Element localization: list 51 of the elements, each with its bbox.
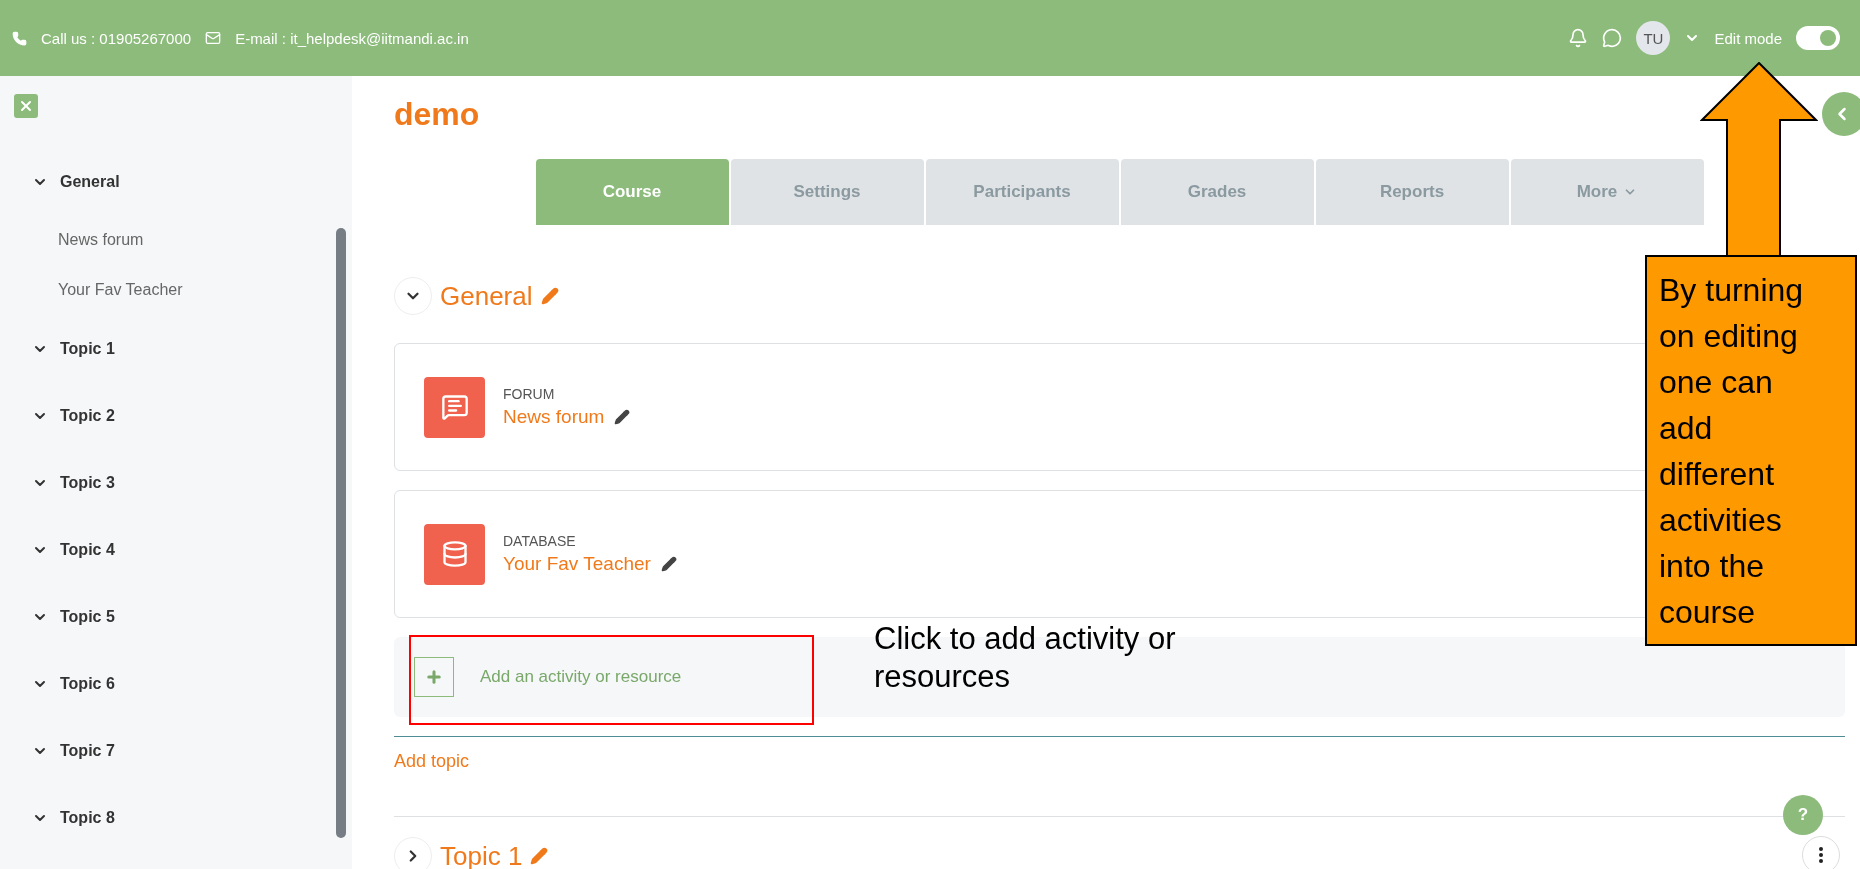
- annotation-note: By turning on editing one can add different activities into the course: [1645, 255, 1857, 646]
- chat-icon[interactable]: [1602, 28, 1623, 48]
- sidebar-section[interactable]: Topic 2: [14, 382, 352, 449]
- add-activity-button[interactable]: Add an activity or resource: [414, 657, 682, 697]
- sidebar-section[interactable]: Topic 6: [14, 650, 352, 717]
- user-avatar[interactable]: TU: [1636, 21, 1671, 55]
- tab[interactable]: Course: [535, 159, 729, 225]
- sidebar-section[interactable]: Topic 5: [14, 583, 352, 650]
- activity-type: FORUM: [503, 386, 556, 402]
- sidebar-section[interactable]: Topic 8: [14, 784, 352, 851]
- tab[interactable]: Grades: [1120, 159, 1314, 225]
- annotation-text: Click to add activity or resources: [874, 620, 1177, 696]
- phone-icon: [12, 30, 27, 46]
- tab[interactable]: More: [1510, 159, 1704, 225]
- kebab-icon: [1819, 847, 1823, 863]
- collapse-button[interactable]: [394, 837, 432, 869]
- email-text: E-mail : it_helpdesk@iitmandi.ac.in: [235, 29, 469, 47]
- pencil-icon[interactable]: [660, 556, 677, 572]
- phone-text: Call us : 01905267000: [41, 29, 192, 47]
- close-icon: [18, 98, 34, 114]
- sidebar-item[interactable]: Your Fav Teacher: [58, 281, 183, 299]
- activity-link[interactable]: Your Fav Teacher: [503, 553, 677, 575]
- more-button[interactable]: [1802, 836, 1840, 869]
- sidebar-section[interactable]: General: [14, 148, 352, 215]
- edit-mode-label: Edit mode: [1714, 29, 1782, 47]
- chat-bubble-icon: [440, 393, 469, 421]
- section-title[interactable]: Topic 1: [440, 840, 523, 869]
- section-title[interactable]: General: [440, 280, 533, 312]
- pencil-icon[interactable]: [614, 409, 631, 425]
- close-button[interactable]: [14, 94, 38, 118]
- drawer-toggle-button[interactable]: [1822, 92, 1860, 136]
- sidebar-item[interactable]: News forum: [58, 231, 144, 249]
- activity-link[interactable]: News forum: [503, 406, 631, 428]
- sidebar-section[interactable]: Topic 4: [14, 516, 352, 583]
- scrollbar[interactable]: [336, 228, 346, 838]
- database-icon: [440, 540, 469, 568]
- sidebar-section[interactable]: Topic 7: [14, 717, 352, 784]
- help-button[interactable]: ?: [1783, 795, 1823, 835]
- plus-icon: [425, 668, 443, 686]
- tab[interactable]: Reports: [1315, 159, 1509, 225]
- add-topic-link[interactable]: Add topic: [394, 751, 470, 772]
- activity-type: DATABASE: [503, 533, 577, 549]
- collapse-button[interactable]: [394, 277, 432, 315]
- tab[interactable]: Settings: [730, 159, 924, 225]
- sidebar-section[interactable]: Topic 1: [14, 315, 352, 382]
- tab[interactable]: Participants: [925, 159, 1119, 225]
- edit-mode-switch[interactable]: [1796, 26, 1840, 50]
- mail-icon: [205, 30, 222, 46]
- sidebar-section[interactable]: Topic 3: [14, 449, 352, 516]
- bell-icon[interactable]: [1568, 28, 1589, 48]
- course-title: demo: [394, 96, 480, 133]
